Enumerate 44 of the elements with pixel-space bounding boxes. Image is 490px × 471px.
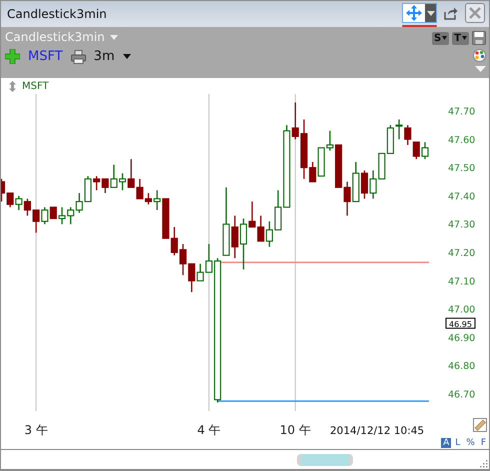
active-indicator xyxy=(402,25,437,27)
caret-icon xyxy=(462,36,467,40)
scale-mode-tab[interactable]: F xyxy=(478,438,488,448)
axis-label: 47.00 xyxy=(448,304,476,316)
caret-icon[interactable] xyxy=(122,54,131,59)
resize-grip-icon[interactable] xyxy=(480,460,488,468)
scale-mode-tab[interactable]: % xyxy=(464,438,477,448)
move-button[interactable] xyxy=(402,3,437,23)
caret-icon xyxy=(442,36,448,40)
axis-label: 47.70 xyxy=(448,106,476,118)
move-icon xyxy=(406,5,422,21)
axis-label: 47.10 xyxy=(448,276,476,288)
axis-label: 47.30 xyxy=(448,220,476,231)
scale-mode-tab[interactable]: A xyxy=(441,438,452,448)
axis-label: 47.40 xyxy=(448,191,476,202)
save-icon[interactable] xyxy=(472,31,486,45)
axis-label: 3 午 xyxy=(24,423,48,437)
interval-selector[interactable]: 3m xyxy=(94,49,115,64)
close-button[interactable] xyxy=(465,3,485,23)
symbol-link[interactable]: MSFT xyxy=(28,49,63,64)
printer-icon[interactable] xyxy=(70,50,86,64)
updown-arrow-icon[interactable] xyxy=(9,80,16,92)
price-marker: 46.95 xyxy=(446,318,476,329)
axis-label: 47.50 xyxy=(448,163,476,174)
axis-label: 10 午 xyxy=(280,423,311,437)
scrollbar[interactable] xyxy=(1,449,489,470)
axis-label: 46.70 xyxy=(448,390,476,401)
share-icon[interactable] xyxy=(444,6,458,20)
menu-button[interactable]: T xyxy=(452,32,469,44)
timestamp: 2014/12/12 10:45 xyxy=(330,425,424,437)
axis-label: 47.60 xyxy=(448,134,476,146)
axis-label: 4 午 xyxy=(197,423,221,437)
window-title: Candlestick3min xyxy=(7,7,107,21)
axis-label: 46.90 xyxy=(448,332,476,344)
axis-label: 47.20 xyxy=(448,248,476,259)
menu-button[interactable]: S xyxy=(432,32,450,44)
ruler-icon[interactable] xyxy=(473,418,487,432)
axis-label: 46.80 xyxy=(448,361,476,372)
palette-icon[interactable] xyxy=(473,49,486,62)
scale-mode-tab[interactable]: L xyxy=(453,438,462,448)
scrollbar-thumb[interactable] xyxy=(297,454,353,466)
legend-label: MSFT xyxy=(22,80,49,92)
caret-icon xyxy=(426,10,434,16)
close-icon xyxy=(469,7,481,19)
